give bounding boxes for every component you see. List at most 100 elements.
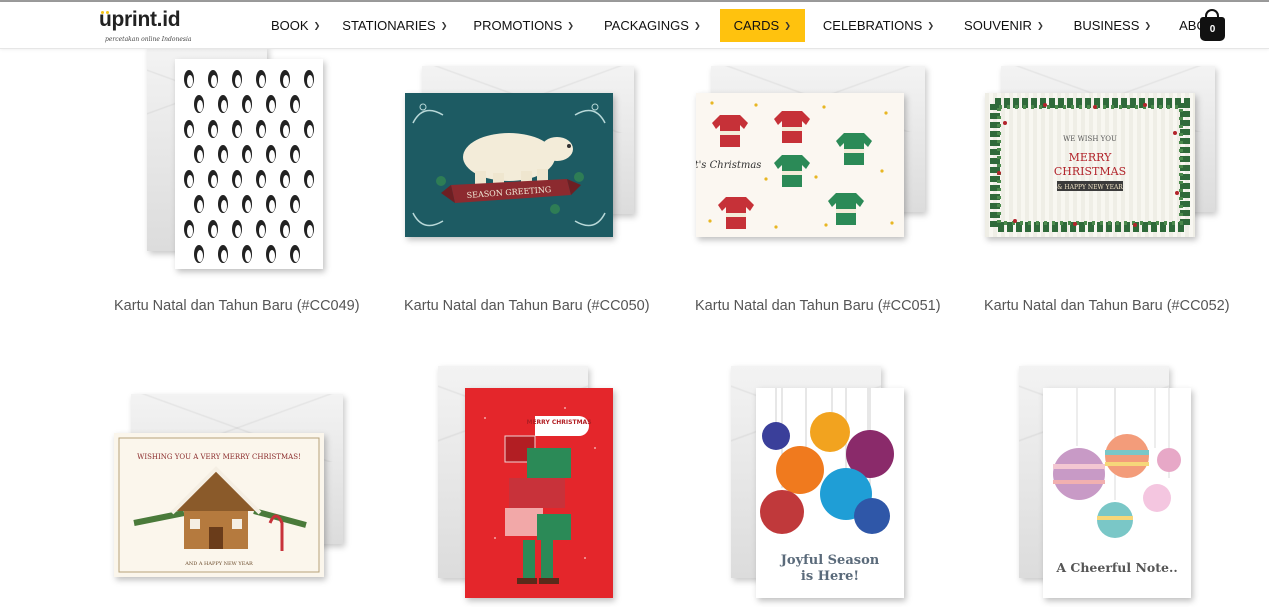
star-dot bbox=[880, 169, 884, 173]
sweater-stripe bbox=[844, 149, 864, 153]
chevron-down-icon: ❯ bbox=[440, 21, 448, 30]
penguin-motif bbox=[232, 170, 242, 188]
brand-name: uprint.id bbox=[99, 8, 181, 31]
penguin-pattern bbox=[184, 70, 314, 263]
product-image[interactable]: WISHING YOU A VERY MERRY CHRISTMAS! AND … bbox=[105, 358, 365, 598]
penguin-motif bbox=[266, 245, 276, 263]
chevron-down-icon: ❯ bbox=[1144, 21, 1152, 30]
product-image[interactable]: WE WISH YOU MERRY CHRISTMAS & HAPPY NEW … bbox=[977, 40, 1237, 280]
card-image: WE WISH YOU MERRY CHRISTMAS & HAPPY NEW … bbox=[985, 93, 1195, 237]
nav-label: CARDS bbox=[733, 18, 780, 33]
card-text: WISHING YOU A VERY MERRY CHRISTMAS! bbox=[137, 453, 301, 461]
card-image: It's Christmas bbox=[696, 93, 904, 237]
chevron-down-icon: ❯ bbox=[313, 21, 321, 30]
penguin-motif bbox=[290, 245, 300, 263]
chevron-down-icon: ❯ bbox=[784, 21, 791, 30]
nav-item-packagings[interactable]: PACKAGINGS ❯ bbox=[595, 9, 710, 42]
nav-item-book[interactable]: BOOK ❯ bbox=[262, 9, 329, 42]
product-title[interactable]: Kartu Natal dan Tahun Baru (#CC051) bbox=[695, 298, 941, 314]
star-dot bbox=[774, 225, 778, 229]
product-grid: Kartu Natal dan Tahun Baru (#CC049) SEAS… bbox=[0, 0, 1269, 607]
penguin-motif bbox=[184, 170, 194, 188]
star-dot bbox=[822, 105, 826, 109]
penguin-motif bbox=[266, 195, 276, 213]
product-image[interactable]: It's Christmas bbox=[687, 40, 947, 280]
product-title[interactable]: Kartu Natal dan Tahun Baru (#CC050) bbox=[404, 298, 650, 314]
penguin-motif bbox=[194, 195, 204, 213]
nav-item-cards[interactable]: CARDS ❯ bbox=[719, 9, 805, 42]
polar-bear-illustration: SEASON GREETING bbox=[412, 103, 606, 227]
penguin-motif bbox=[208, 120, 218, 138]
product-image[interactable]: MERRY CHRISTMAS bbox=[396, 358, 656, 598]
nav-item-souvenir[interactable]: SOUVENIR ❯ bbox=[955, 9, 1053, 42]
product-image[interactable]: A Cheerful Note.. bbox=[977, 358, 1237, 598]
penguin-motif bbox=[232, 120, 242, 138]
pastel-ornaments-illustration: A Cheerful Note.. bbox=[1053, 388, 1181, 575]
product-image[interactable]: SEASON GREETING bbox=[396, 40, 656, 280]
penguin-motif bbox=[290, 195, 300, 213]
product-image[interactable]: Joyful Season is Here! bbox=[687, 358, 947, 598]
penguin-motif bbox=[256, 170, 266, 188]
card-image: Joyful Season is Here! bbox=[756, 388, 904, 598]
product-title[interactable]: Kartu Natal dan Tahun Baru (#CC052) bbox=[984, 298, 1230, 314]
star-dot bbox=[708, 219, 712, 223]
nav-item-promotions[interactable]: PROMOTIONS ❯ bbox=[464, 9, 583, 42]
product-image[interactable] bbox=[105, 40, 365, 280]
card-text: is Here! bbox=[801, 569, 859, 584]
sweater-illustration: It's Christmas bbox=[696, 101, 894, 229]
star-dot bbox=[710, 101, 714, 105]
card-text: & HAPPY NEW YEAR bbox=[1057, 184, 1123, 191]
nav-label: STATIONARIES bbox=[342, 18, 436, 33]
card-image: MERRY CHRISTMAS bbox=[465, 388, 613, 598]
penguin-motif bbox=[266, 145, 276, 163]
card-text: A Cheerful Note.. bbox=[1055, 560, 1177, 575]
penguin-motif bbox=[208, 70, 218, 88]
penguin-motif bbox=[256, 220, 266, 238]
card-text: MERRY bbox=[1069, 151, 1113, 164]
penguin-motif bbox=[218, 245, 228, 263]
sweater-stripe bbox=[782, 171, 802, 175]
penguin-motif bbox=[280, 220, 290, 238]
cart-count: 0 bbox=[1209, 24, 1216, 35]
nav-label: PROMOTIONS bbox=[473, 18, 563, 33]
card-image: SEASON GREETING bbox=[405, 93, 613, 237]
star-dot bbox=[890, 221, 894, 225]
penguin-motif bbox=[218, 145, 228, 163]
card-text: CHRISTMAS bbox=[1054, 165, 1126, 178]
penguin-motif bbox=[242, 145, 252, 163]
nav-item-celebrations[interactable]: CELEBRATIONS ❯ bbox=[814, 9, 943, 42]
penguin-motif bbox=[218, 95, 228, 113]
card-image: WISHING YOU A VERY MERRY CHRISTMAS! AND … bbox=[114, 433, 324, 577]
card-text: It's Christmas bbox=[696, 160, 761, 171]
star-dot bbox=[764, 177, 768, 181]
product-title[interactable]: Kartu Natal dan Tahun Baru (#CC049) bbox=[114, 298, 360, 314]
penguin-motif bbox=[304, 120, 314, 138]
gift-stack-illustration: MERRY CHRISTMAS bbox=[484, 407, 596, 584]
penguin-motif bbox=[266, 95, 276, 113]
nav-item-business[interactable]: BUSINESS ❯ bbox=[1065, 9, 1160, 42]
main-nav: BOOK ❯ STATIONARIES ❯ PROMOTIONS ❯ PACKAGIN… bbox=[262, 9, 1233, 42]
penguin-motif bbox=[208, 170, 218, 188]
shopping-bag-icon[interactable]: 0 bbox=[1197, 8, 1229, 42]
penguin-motif bbox=[184, 220, 194, 238]
star-dot bbox=[824, 223, 828, 227]
card-text: AND A HAPPY NEW YEAR bbox=[184, 561, 253, 567]
star-dot bbox=[884, 111, 888, 115]
card-text: WE WISH YOU bbox=[1063, 135, 1117, 143]
ornaments-illustration: Joyful Season is Here! bbox=[760, 388, 894, 584]
chevron-down-icon: ❯ bbox=[927, 21, 935, 30]
penguin-motif bbox=[194, 145, 204, 163]
nav-label: BOOK bbox=[271, 18, 309, 33]
penguin-motif bbox=[194, 245, 204, 263]
nav-label: BUSINESS bbox=[1073, 18, 1140, 33]
brand-tagline: percetakan online Indonesia bbox=[105, 36, 192, 43]
gingerbread-illustration: WISHING YOU A VERY MERRY CHRISTMAS! AND … bbox=[118, 437, 320, 573]
penguin-motif bbox=[256, 70, 266, 88]
penguin-motif bbox=[194, 95, 204, 113]
sweater-stripe bbox=[720, 131, 740, 135]
chevron-down-icon: ❯ bbox=[567, 21, 574, 30]
nav-item-stationaries[interactable]: STATIONARIES ❯ bbox=[333, 9, 456, 42]
penguin-motif bbox=[242, 195, 252, 213]
brand-logo[interactable]: uprint.id percetakan online Indonesia bbox=[99, 8, 199, 46]
penguin-motif bbox=[280, 170, 290, 188]
